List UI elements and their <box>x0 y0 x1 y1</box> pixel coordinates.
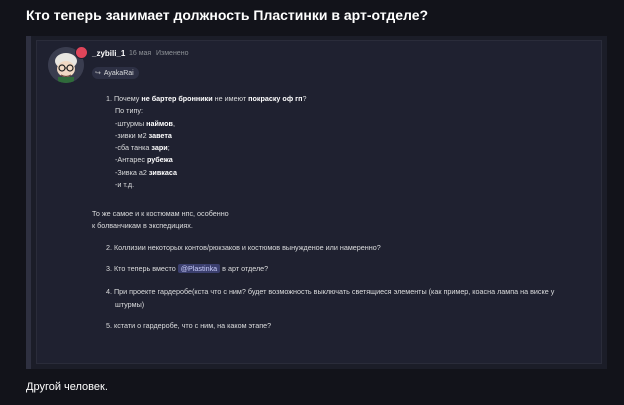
question-4-continued: штурмы) <box>115 300 145 309</box>
chat-message: _zybili_1 16 мая Изменено ↪ AyakaRai 1. … <box>36 40 602 364</box>
paragraph-line: к болванчикам в экспедициях. <box>92 221 193 230</box>
question-2: 2. Коллизии некоторых контов/рюкзаков и … <box>106 243 381 252</box>
list-item: -сба танка зари; <box>115 143 170 152</box>
reply-reference[interactable]: ↪ AyakaRai <box>92 67 139 79</box>
paragraph-line: То же самое и к костюмам нпс, особенно <box>92 209 229 218</box>
list-item: -зивки м2 завета <box>115 131 172 140</box>
list-item: -Зивка а2 зивкаса <box>115 168 177 177</box>
edited-label: Изменено <box>156 50 189 57</box>
question-3: 3. Кто теперь вместо @Plastinka в арт от… <box>106 264 269 273</box>
list-item: -и т.д. <box>115 180 135 189</box>
user-mention[interactable]: @Plastinka <box>177 264 221 273</box>
po-tipu-label: По типу: <box>115 106 143 115</box>
question-5: 5. кстати о гардеробе, что с ним, на как… <box>106 321 272 330</box>
list-item: -Антарес рубежа <box>115 155 173 164</box>
page: Кто теперь занимает должность Пластинки … <box>0 0 624 405</box>
reply-arrow-icon: ↪ <box>95 70 101 77</box>
list-item: -штурмы наймов, <box>115 119 175 128</box>
username[interactable]: _zybili_1 <box>92 49 125 58</box>
question-1: 1. Почему не бартер бронники не имеют по… <box>106 94 307 103</box>
footer-text: Другой человек. <box>26 381 108 393</box>
status-badge <box>75 46 88 59</box>
page-title: Кто теперь занимает должность Пластинки … <box>26 7 429 23</box>
question-4: 4. При проекте гардеробе(кста что с ним?… <box>106 287 555 296</box>
message-date: 16 мая <box>129 50 152 57</box>
reply-username: AyakaRai <box>103 69 134 77</box>
